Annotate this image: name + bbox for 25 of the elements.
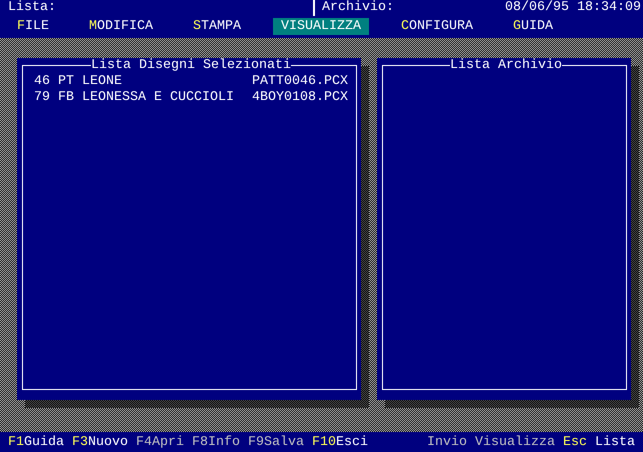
menu-item[interactable]: FILE [9,18,57,35]
function-key[interactable]: F3Nuovo [72,434,128,450]
function-key[interactable]: F1Guida [8,434,64,450]
menu-item[interactable]: CONFIGURA [392,18,481,35]
archive-label: Archivio: [322,0,394,16]
list-row[interactable]: 79 FB LEONESSA E CUCCIOLI 4BOY0108.PCX [34,90,348,105]
menu-item[interactable]: GUIDA [504,18,561,35]
file-name: PATT0046.PCX [252,74,348,89]
list-row[interactable]: 46 PT LEONE PATT0046.PCX [34,74,348,89]
key-hint[interactable]: Esc Lista [563,434,635,450]
panel-title: Lista Disegni Selezionati [91,58,291,73]
function-key[interactable]: F10Esci [312,434,368,450]
panel-title: Lista Archivio [450,58,562,73]
drawing-name: LEONESSA E CUCCIOLI [82,90,234,105]
drawing-name: LEONE [82,74,122,89]
drawing-code: PT [58,74,74,89]
drawing-number: 46 [34,74,50,89]
menu-item[interactable]: VISUALIZZA [273,18,369,35]
drawing-number: 79 [34,90,50,105]
drawing-code: FB [58,90,74,105]
date-time: 08/06/95 18:34:09 [505,0,641,16]
menu-item[interactable]: MODIFICA [81,18,161,35]
list-label: Lista: [8,0,56,15]
file-name: 4BOY0108.PCX [252,90,348,105]
menu-item[interactable]: STAMPA [185,18,249,35]
